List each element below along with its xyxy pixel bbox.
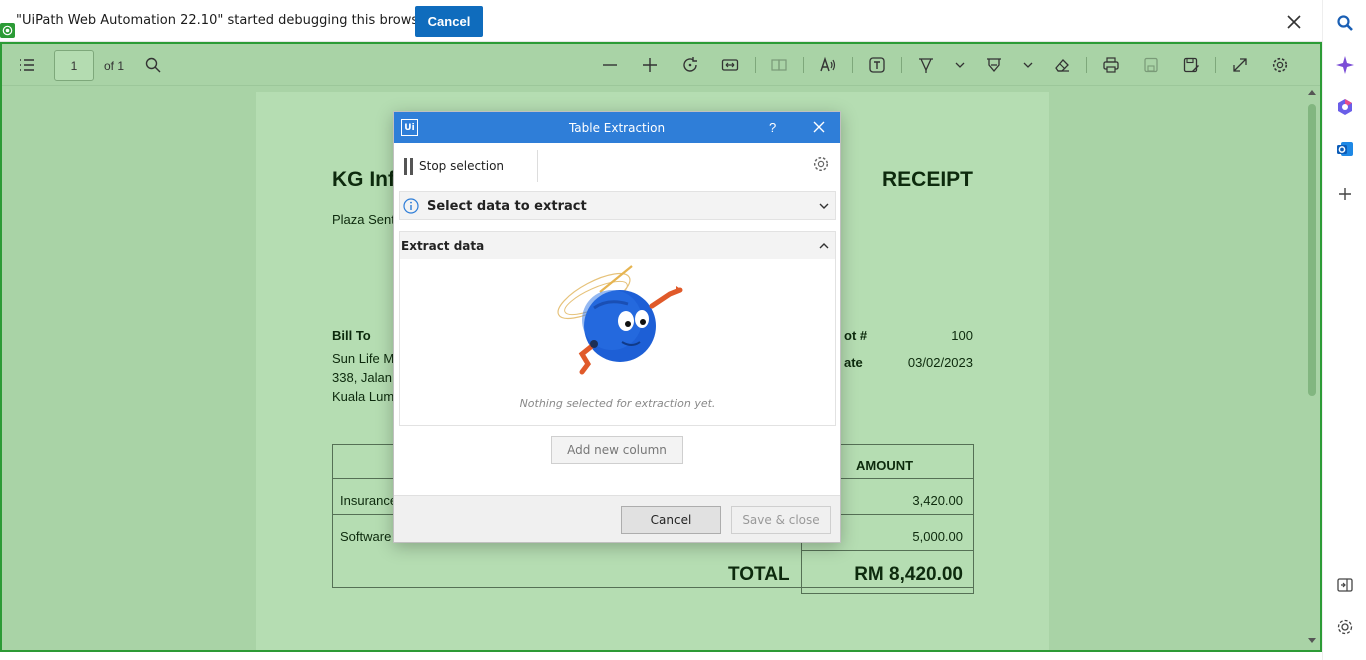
print-icon[interactable] [1101, 55, 1121, 75]
stop-selection-button[interactable]: Stop selection [404, 157, 504, 175]
chevron-down-icon[interactable] [950, 55, 970, 75]
banner-close-icon[interactable] [1284, 12, 1304, 32]
close-icon[interactable] [812, 120, 826, 134]
receipt-number-label: ot # [844, 328, 868, 343]
text-icon[interactable] [867, 55, 887, 75]
rotate-icon[interactable] [680, 55, 700, 75]
total-value: RM 8,420.00 [854, 564, 963, 585]
receipt-date: 03/02/2023 [907, 355, 973, 370]
row-description: Software [340, 529, 392, 544]
gear-icon[interactable] [1334, 616, 1356, 638]
save-close-button[interactable]: Save & close [731, 506, 831, 534]
pdf-toolbar: 1 of 1 [2, 44, 1320, 86]
zoom-in-icon[interactable] [640, 55, 660, 75]
company-name: KG Inf [332, 168, 395, 191]
chevron-up-icon[interactable] [817, 239, 831, 253]
cancel-button[interactable]: Cancel [621, 506, 721, 534]
robot-mascot-icon [557, 265, 683, 375]
bill-to-label: Bill To [332, 328, 371, 343]
vertical-scrollbar[interactable] [1304, 86, 1320, 650]
extract-data-header[interactable]: Extract data [400, 232, 835, 259]
page-view-icon[interactable] [769, 55, 789, 75]
save-icon[interactable] [1141, 55, 1161, 75]
page-count: of 1 [104, 59, 125, 73]
gear-icon[interactable] [812, 155, 830, 173]
pause-icon [404, 157, 413, 175]
zoom-out-icon[interactable] [600, 55, 620, 75]
bill-line-1: Sun Life M [332, 351, 395, 366]
copilot-icon[interactable] [1334, 54, 1356, 76]
fullscreen-icon[interactable] [1230, 55, 1250, 75]
debug-banner: "UiPath Web Automation 22.10" started de… [0, 0, 1322, 42]
debug-message: "UiPath Web Automation 22.10" started de… [16, 13, 432, 28]
info-icon [403, 198, 419, 214]
extract-data-section: Extract data Nothing selected for extrac… [399, 231, 836, 426]
stop-selection-label: Stop selection [419, 159, 505, 173]
read-aloud-icon[interactable] [818, 55, 838, 75]
browser-sidebar [1322, 0, 1366, 660]
settings-icon[interactable] [1270, 55, 1290, 75]
date-label: ate [844, 355, 863, 370]
empty-state-message: Nothing selected for extraction yet. [519, 397, 716, 410]
fit-width-icon[interactable] [720, 55, 740, 75]
list-icon[interactable] [17, 55, 37, 75]
search-icon[interactable] [1334, 12, 1356, 34]
dialog-footer: Cancel Save & close [394, 495, 840, 542]
add-icon[interactable] [1334, 183, 1356, 205]
table-extraction-dialog: Ui Table Extraction ? Stop selection Sel… [393, 111, 841, 543]
taskbar-strip [0, 652, 1322, 660]
row-description: Insurance [340, 493, 398, 508]
bill-line-3: Kuala Lum [332, 389, 395, 404]
row-amount: 3,420.00 [912, 493, 963, 508]
page-number-input[interactable]: 1 [54, 50, 94, 81]
outlook-icon[interactable] [1334, 138, 1356, 160]
receipt-title: RECEIPT [882, 168, 974, 191]
scrollbar-thumb[interactable] [1308, 104, 1316, 396]
help-button[interactable]: ? [769, 120, 776, 135]
select-data-section[interactable]: Select data to extract [399, 191, 836, 220]
hide-sidebar-icon[interactable] [1334, 574, 1356, 596]
save-as-icon[interactable] [1181, 55, 1201, 75]
row-amount: 5,000.00 [912, 529, 963, 544]
draw-icon[interactable] [916, 55, 936, 75]
chevron-down-icon[interactable] [817, 199, 831, 213]
m365-icon[interactable] [1334, 96, 1356, 118]
extract-data-label: Extract data [401, 239, 485, 253]
receipt-number: 100 [951, 328, 973, 343]
highlight-icon[interactable] [984, 55, 1004, 75]
select-data-label: Select data to extract [427, 199, 587, 214]
add-new-column-button[interactable]: Add new column [551, 436, 683, 464]
chevron-down-icon[interactable] [1018, 55, 1038, 75]
amount-header: AMOUNT [856, 458, 914, 473]
recording-indicator-icon [0, 23, 15, 38]
erase-icon[interactable] [1052, 55, 1072, 75]
total-label: TOTAL [728, 564, 790, 585]
banner-cancel-button[interactable]: Cancel [415, 6, 483, 37]
company-address: Plaza Sent [332, 212, 395, 227]
bill-line-2: 338, Jalan [332, 370, 392, 385]
search-icon[interactable] [143, 55, 163, 75]
dialog-titlebar: Ui Table Extraction ? [394, 112, 840, 143]
